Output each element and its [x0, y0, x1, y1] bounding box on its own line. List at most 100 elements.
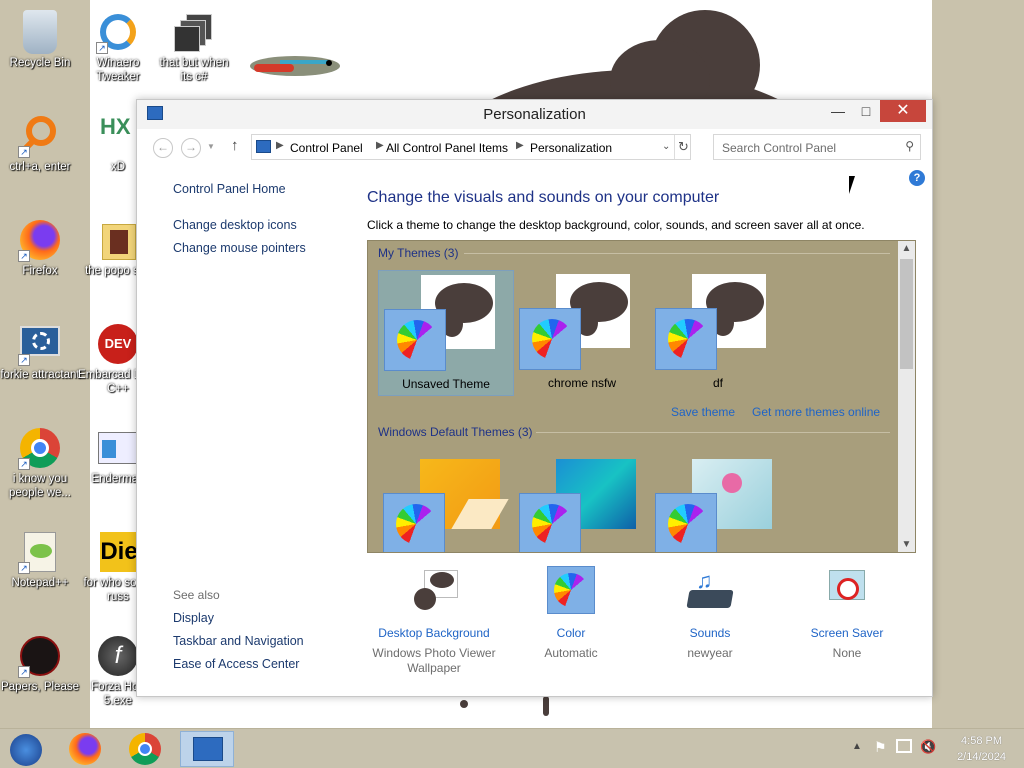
color-palette-icon	[655, 308, 717, 370]
action-center-flag-icon[interactable]: ⚑	[874, 739, 887, 756]
setting-screen-saver[interactable]: Screen Saver None	[779, 566, 915, 661]
color-palette-icon	[655, 493, 717, 552]
color-palette-icon	[547, 566, 595, 614]
back-button[interactable]: ←	[153, 138, 173, 158]
save-theme-link[interactable]: Save theme	[671, 405, 735, 419]
shortcut-arrow-icon: ↗	[18, 562, 30, 574]
color-palette-icon	[519, 308, 581, 370]
search-box[interactable]: Search Control Panel ⚲	[713, 134, 921, 160]
network-icon[interactable]	[896, 739, 912, 753]
maximize-button[interactable]: □	[852, 100, 880, 122]
default-themes-header[interactable]: Windows Default Themes (3)	[378, 425, 533, 439]
up-button[interactable]: ↑	[231, 137, 239, 154]
recycle-bin-icon	[23, 10, 57, 54]
nav-control-panel-home[interactable]: Control Panel Home	[173, 182, 286, 196]
forward-button[interactable]: →	[181, 138, 201, 158]
recent-locations-dropdown[interactable]: ▼	[207, 142, 215, 151]
setting-color[interactable]: Color Automatic	[503, 566, 639, 661]
theme-flowers[interactable]	[650, 455, 786, 552]
desktop-icon-forkie[interactable]: ↗ forkie attractant	[0, 318, 80, 382]
start-button[interactable]	[0, 731, 52, 767]
theme-df[interactable]: df	[650, 270, 786, 396]
desktop-icon-notepad-plus-plus[interactable]: ↗ Notepad++	[0, 526, 80, 590]
theme-name: chrome nsfw	[547, 376, 617, 390]
desktop-icon-ctrl-a-enter[interactable]: ↗ ctrl+a, enter	[0, 110, 80, 174]
sounds-icon: ♫	[686, 566, 734, 614]
shortcut-arrow-icon: ↗	[18, 458, 30, 470]
magnifier-icon: ↗	[18, 114, 62, 158]
shortcut-arrow-icon: ↗	[96, 42, 108, 54]
firefox-icon	[69, 733, 101, 765]
search-icon[interactable]: ⚲	[905, 139, 914, 153]
window-screenshot-icon	[96, 426, 140, 470]
desktop-icon-that-but-when[interactable]: that but when its c#	[154, 6, 234, 84]
refresh-icon[interactable]: ↻	[674, 135, 692, 159]
my-themes-header[interactable]: My Themes (3)	[378, 246, 458, 260]
show-hidden-icons-button[interactable]: ▲	[852, 741, 862, 752]
breadcrumb-control-panel[interactable]: Control Panel	[290, 141, 363, 155]
scroll-down-icon[interactable]: ▼	[898, 539, 915, 550]
theme-lines-and-colors[interactable]	[514, 455, 650, 552]
setting-label[interactable]: Color	[503, 626, 639, 640]
system-clock[interactable]: 4:58 PM 2/14/2024	[957, 733, 1006, 765]
theme-chrome-nsfw[interactable]: chrome nsfw	[514, 270, 650, 396]
setting-label[interactable]: Sounds	[642, 626, 778, 640]
control-panel-icon	[193, 737, 223, 761]
see-also-display[interactable]: Display	[173, 611, 214, 625]
theme-name: df	[712, 376, 723, 390]
desktop-background-icon	[410, 566, 458, 614]
setting-label[interactable]: Screen Saver	[779, 626, 915, 640]
get-more-themes-link[interactable]: Get more themes online	[752, 405, 880, 419]
setting-value: Automatic	[544, 646, 598, 660]
setting-desktop-background[interactable]: Desktop Background Windows Photo Viewer …	[366, 566, 502, 676]
page-subtitle: Click a theme to change the desktop back…	[367, 218, 865, 232]
fish-decoration	[240, 48, 350, 82]
chevron-down-icon[interactable]: ⌄	[662, 141, 670, 152]
minimize-button[interactable]: —	[824, 100, 852, 122]
scrollbar-thumb[interactable]	[900, 259, 913, 369]
desktop-icon-recycle-bin[interactable]: Recycle Bin	[0, 6, 80, 70]
screen-saver-icon	[823, 566, 871, 614]
setting-value: Windows Photo Viewer Wallpaper	[372, 646, 496, 675]
stacked-windows-icon	[172, 10, 216, 54]
shortcut-arrow-icon: ↗	[18, 354, 30, 366]
desktop-icon-label: Notepad++	[11, 577, 69, 589]
color-palette-icon	[383, 493, 445, 552]
theme-unsaved[interactable]: Unsaved Theme	[378, 270, 514, 396]
dev-cpp-icon: DEV	[96, 322, 140, 366]
desktop-icon-firefox[interactable]: ↗ Firefox	[0, 214, 80, 278]
address-bar[interactable]: ▶ Control Panel ▶ All Control Panel Item…	[251, 134, 691, 160]
see-also-taskbar[interactable]: Taskbar and Navigation	[173, 634, 304, 648]
help-icon[interactable]: ?	[909, 170, 925, 186]
desktop-icon-winaero-tweaker[interactable]: ↗ Winaero Tweaker	[78, 6, 158, 84]
desktop-icon-papers-please[interactable]: ↗ Papers, Please	[0, 630, 80, 694]
taskbar: ▲ ⚑ 🔇 4:58 PM 2/14/2024	[0, 728, 1024, 768]
desktop-icon-label: Papers, Please	[1, 681, 79, 693]
setting-label[interactable]: Desktop Background	[366, 626, 502, 640]
close-button[interactable]: ✕	[880, 100, 926, 122]
see-also-ease-of-access[interactable]: Ease of Access Center	[173, 657, 299, 671]
volume-muted-icon[interactable]: 🔇	[920, 739, 936, 755]
desktop-icon-chrome-shortcut[interactable]: ↗ i know you people we...	[0, 422, 80, 500]
chevron-right-icon: ▶	[376, 140, 384, 151]
shortcut-arrow-icon: ↗	[18, 146, 30, 158]
taskbar-chrome[interactable]	[118, 731, 172, 767]
theme-list-scrollbar[interactable]: ▲ ▼	[898, 241, 915, 552]
scroll-up-icon[interactable]: ▲	[898, 243, 915, 254]
breadcrumb-personalization[interactable]: Personalization	[530, 141, 612, 155]
setting-value: newyear	[687, 646, 733, 660]
firefox-icon: ↗	[18, 218, 62, 262]
nav-change-desktop-icons[interactable]: Change desktop icons	[173, 218, 297, 232]
title-bar[interactable]: Personalization — □ ✕	[137, 100, 932, 129]
taskbar-firefox[interactable]	[58, 731, 112, 767]
nav-change-mouse-pointers[interactable]: Change mouse pointers	[173, 241, 306, 255]
taskbar-control-panel[interactable]	[180, 731, 234, 767]
theme-windows[interactable]	[378, 455, 514, 552]
die-image-icon: Die	[96, 530, 140, 574]
chrome-icon: ↗	[18, 426, 62, 470]
search-input[interactable]: Search Control Panel	[722, 141, 836, 155]
desktop-icon-label: Recycle Bin	[9, 57, 71, 69]
breadcrumb-all-items[interactable]: All Control Panel Items	[386, 141, 508, 155]
setting-sounds[interactable]: ♫ Sounds newyear	[642, 566, 778, 661]
shortcut-arrow-icon: ↗	[18, 250, 30, 262]
